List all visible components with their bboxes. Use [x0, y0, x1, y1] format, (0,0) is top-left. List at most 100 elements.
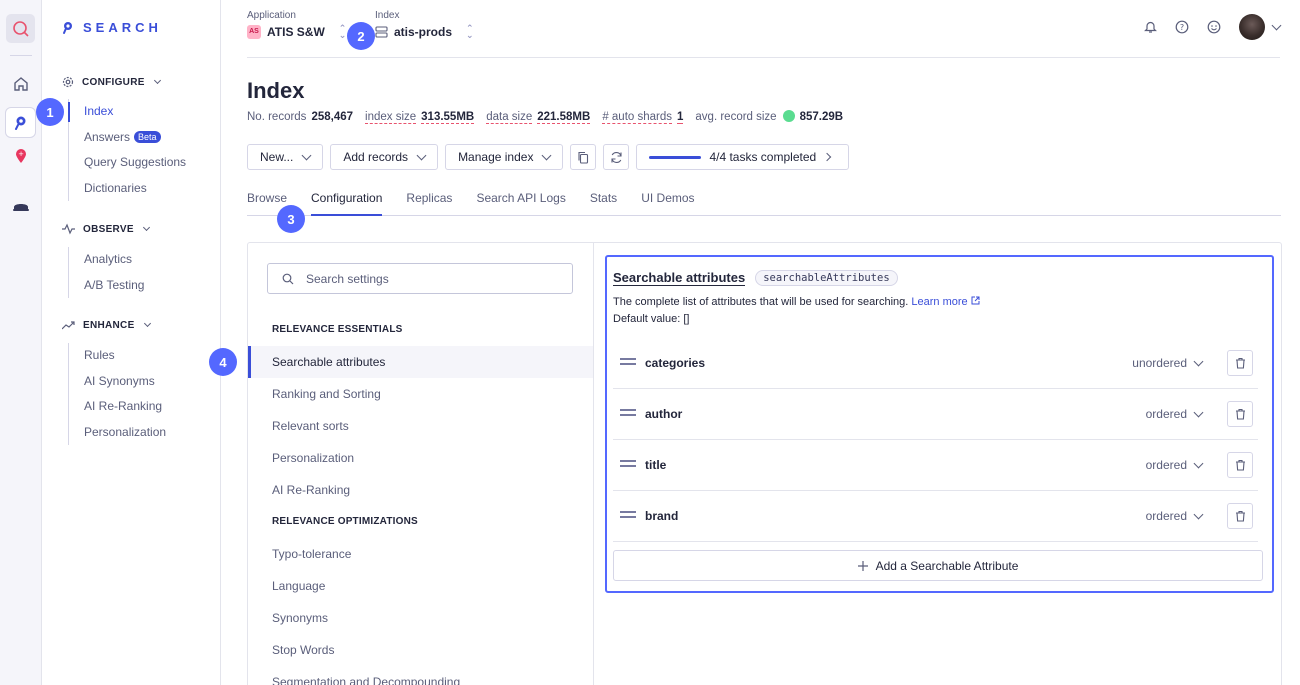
beta-badge: Beta [134, 130, 161, 143]
chevron-down-icon [143, 319, 151, 328]
tab-stats[interactable]: Stats [590, 186, 617, 216]
step-marker-4: 4 [209, 348, 237, 376]
top-icons: ? [1144, 14, 1282, 40]
help-icon[interactable]: ? [1175, 20, 1189, 34]
sidebar-item-ai-reranking[interactable]: AI Re-Ranking [69, 394, 166, 420]
settings-search-input[interactable] [306, 271, 546, 286]
step-marker-2: 2 [347, 22, 375, 50]
learn-more-link[interactable]: Learn more [911, 296, 980, 308]
plus-icon [857, 560, 868, 571]
attribute-order-select[interactable]: ordered [1146, 458, 1204, 472]
attribute-order-value: unordered [1132, 356, 1187, 370]
setting-segmentation[interactable]: Segmentation and Decompounding [248, 666, 593, 685]
setting-synonyms[interactable]: Synonyms [248, 602, 593, 634]
searchable-attributes-card: Searchable attributes searchableAttribut… [605, 255, 1274, 593]
database-icon [375, 26, 388, 38]
manage-index-button[interactable]: Manage index [445, 144, 564, 170]
icon-rail: + [0, 0, 42, 685]
trash-icon [1235, 459, 1245, 471]
attribute-order-value: ordered [1145, 407, 1187, 421]
enhance-items: Rules AI Synonyms AI Re-Ranking Personal… [68, 343, 166, 445]
delete-attribute-button[interactable] [1227, 350, 1253, 376]
setting-ai-reranking[interactable]: AI Re-Ranking [248, 474, 593, 506]
tab-search-api-logs[interactable]: Search API Logs [476, 186, 565, 216]
attribute-order-select[interactable]: ordered [1145, 509, 1204, 523]
home-icon[interactable] [6, 69, 35, 98]
delete-attribute-button[interactable] [1227, 452, 1253, 478]
brand-name: SEARCH [83, 20, 162, 35]
learn-more-label: Learn more [911, 296, 968, 308]
setting-relevant-sorts[interactable]: Relevant sorts [248, 410, 593, 442]
sidebar-item-rules[interactable]: Rules [69, 343, 166, 369]
manage-index-label: Manage index [458, 150, 534, 164]
academy-hat-icon[interactable] [6, 192, 35, 221]
recommend-pin-icon[interactable]: + [6, 141, 35, 170]
sidebar-item-analytics[interactable]: Analytics [69, 247, 144, 273]
sidebar-item-index[interactable]: Index [67, 99, 186, 125]
add-attribute-label: Add a Searchable Attribute [875, 558, 1019, 573]
application-picker[interactable]: Application AS ATIS S&W ⌃ ⌄ [247, 10, 347, 40]
sidebar-item-ai-synonyms[interactable]: AI Synonyms [69, 369, 166, 395]
chevron-down-icon [153, 76, 161, 85]
drag-handle-icon[interactable] [620, 511, 636, 518]
smiley-icon[interactable] [1207, 20, 1221, 34]
top-bar: Application AS ATIS S&W ⌃ ⌄ Index atis-pr… [247, 0, 1282, 58]
add-searchable-attribute-button[interactable]: Add a Searchable Attribute [613, 550, 1263, 581]
search-product-icon[interactable] [6, 108, 35, 137]
observe-section-toggle[interactable]: OBSERVE [62, 223, 150, 235]
tasks-button[interactable]: 4/4 tasks completed [636, 144, 850, 170]
enhance-section-toggle[interactable]: ENHANCE [62, 319, 151, 331]
drag-handle-icon[interactable] [620, 358, 636, 365]
sidebar-item-answers[interactable]: Answers Beta [69, 125, 186, 151]
detail-description: The complete list of attributes that wil… [613, 296, 980, 308]
attribute-order-value: ordered [1145, 509, 1187, 523]
tab-configuration[interactable]: Configuration [311, 186, 383, 216]
brand-search-icon [63, 21, 72, 34]
setting-stop-words[interactable]: Stop Words [248, 634, 593, 666]
new-button[interactable]: New... [247, 144, 324, 170]
setting-ranking-sorting[interactable]: Ranking and Sorting [248, 378, 593, 410]
delete-attribute-button[interactable] [1227, 503, 1253, 529]
shards-value: 1 [677, 110, 684, 124]
copy-button[interactable] [570, 144, 597, 170]
attribute-order-select[interactable]: ordered [1145, 407, 1204, 421]
search-icon [282, 273, 294, 284]
bell-icon[interactable] [1144, 20, 1157, 34]
user-menu[interactable] [1239, 14, 1282, 40]
brand-logo[interactable]: SEARCH [62, 20, 162, 35]
tab-ui-demos[interactable]: UI Demos [641, 186, 694, 216]
index-size-label[interactable]: index size [365, 110, 417, 124]
settings-search[interactable] [267, 263, 573, 294]
attribute-order-select[interactable]: unordered [1132, 356, 1204, 370]
sidebar-item-ab-testing[interactable]: A/B Testing [69, 273, 144, 299]
sidebar-item-query-suggestions[interactable]: Query Suggestions [69, 150, 186, 176]
avg-record-label: avg. record size [695, 111, 777, 123]
attribute-row: categories unordered [613, 338, 1258, 389]
delete-attribute-button[interactable] [1227, 401, 1253, 427]
index-value: atis-prods [394, 25, 453, 39]
index-picker[interactable]: Index atis-prods ⌃ ⌄ [375, 10, 474, 40]
attribute-name: author [645, 407, 683, 421]
data-size-label[interactable]: data size [486, 110, 533, 124]
step-marker-3: 3 [277, 205, 305, 233]
shards-label[interactable]: # auto shards [602, 110, 672, 124]
attribute-name: title [645, 458, 667, 472]
data-size-value: 221.58MB [537, 110, 591, 124]
sidebar-item-personalization[interactable]: Personalization [69, 420, 166, 446]
setting-typo-tolerance[interactable]: Typo-tolerance [248, 538, 593, 570]
sort-updown-icon: ⌃ ⌄ [338, 23, 347, 40]
add-records-button[interactable]: Add records [330, 144, 439, 170]
search-app-icon[interactable] [6, 14, 35, 43]
external-link-icon [971, 296, 980, 305]
setting-personalization[interactable]: Personalization [248, 442, 593, 474]
drag-handle-icon[interactable] [620, 460, 636, 467]
refresh-button[interactable] [603, 144, 630, 170]
setting-searchable-attributes[interactable]: Searchable attributes [248, 346, 593, 378]
tab-replicas[interactable]: Replicas [406, 186, 452, 216]
pulse-icon [62, 223, 75, 235]
application-label: Application [247, 10, 296, 21]
sidebar-item-dictionaries[interactable]: Dictionaries [69, 176, 186, 202]
configure-section-toggle[interactable]: CONFIGURE [62, 76, 161, 88]
drag-handle-icon[interactable] [620, 409, 636, 416]
setting-language[interactable]: Language [248, 570, 593, 602]
